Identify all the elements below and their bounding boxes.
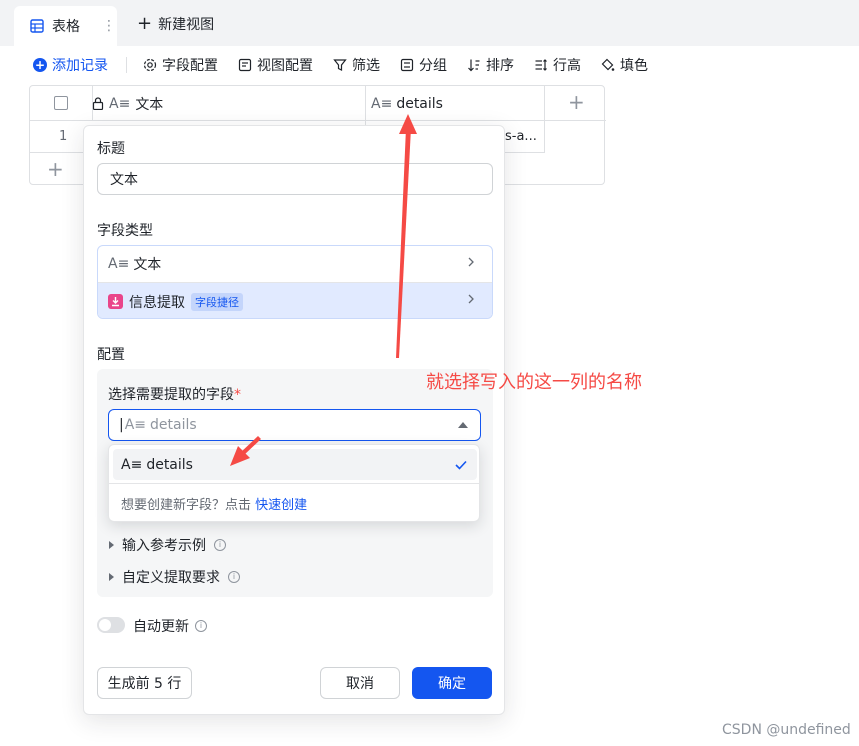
watermark: CSDN @undefined <box>722 722 851 738</box>
arrow-up-shaft <box>396 128 411 358</box>
arrow-up-head <box>399 114 417 134</box>
annotation-text: 就选择写入的这一列的名称 <box>426 372 642 393</box>
